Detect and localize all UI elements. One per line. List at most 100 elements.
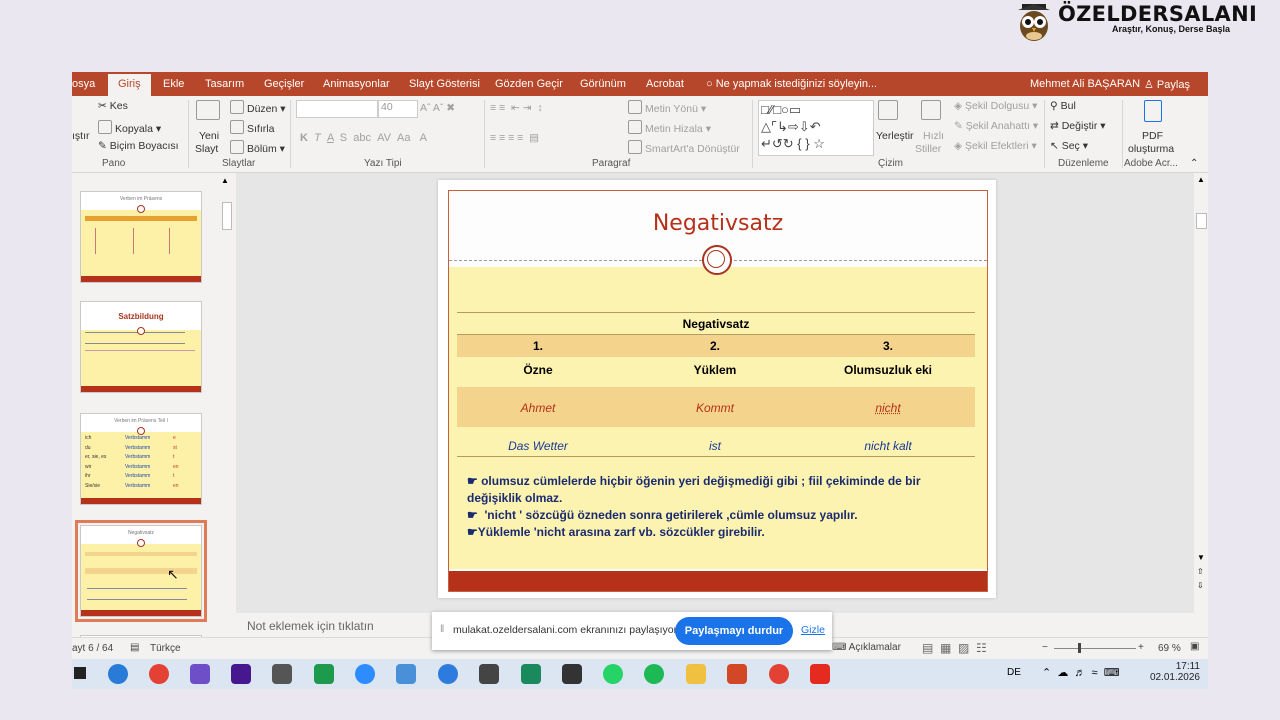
m365-icon[interactable]	[190, 664, 210, 684]
chrome-icon[interactable]	[769, 664, 789, 684]
tab-gorunum[interactable]: Görünüm	[580, 78, 626, 90]
slide-thumbnail-5[interactable]: Verben im Präsens Teil I ich Verbstamm e d…	[80, 413, 202, 505]
tab-animasyonlar[interactable]: Animasyonlar	[323, 78, 390, 90]
font-size-select[interactable]: 40	[378, 100, 418, 118]
arrange-icon[interactable]	[878, 100, 901, 121]
zoom-in-icon[interactable]: +	[1138, 642, 1144, 653]
collapse-ribbon-icon[interactable]: ⌃	[1190, 158, 1198, 169]
clock[interactable]: 17:11 02.01.2026	[1150, 661, 1200, 683]
shape-outline-button[interactable]: ✎ Şekil Anahattı ▾	[954, 120, 1038, 132]
quick-styles-icon[interactable]	[921, 100, 944, 121]
file-explorer-icon[interactable]	[686, 664, 706, 684]
onedrive-icon[interactable]	[438, 664, 458, 684]
shape-fill-button[interactable]: ◈ Şekil Dolgusu ▾	[954, 100, 1037, 112]
thumbnail-table-row	[85, 552, 197, 556]
new-slide-label-2[interactable]: Slayt	[195, 143, 218, 155]
comments-button[interactable]: ⌨ Açıklamalar	[832, 642, 901, 653]
spotify-icon[interactable]	[644, 664, 664, 684]
zoom-slider[interactable]	[1054, 648, 1136, 649]
zoom-app-icon[interactable]	[355, 664, 375, 684]
text-direction-button[interactable]: Metin Yönü ▾	[628, 100, 706, 115]
system-tray-icons[interactable]: ⌃ ☁ ♬ ≈ ⌨	[1042, 666, 1120, 679]
whatsapp-icon[interactable]	[603, 664, 623, 684]
shapes-gallery[interactable]: □∕∕□○▭ △⌜↳⇨⇩↶ ↵↺↻ { } ☆	[758, 100, 874, 156]
scroll-thumb[interactable]	[1196, 213, 1207, 229]
list-icons[interactable]: ≡ ≡ ⇤ ⇥ ↕	[490, 102, 543, 114]
view-buttons[interactable]: ▤ ▦ ▨ ☷	[922, 641, 987, 655]
pdf-label-2[interactable]: oluşturma	[1128, 143, 1174, 155]
tab-ekle[interactable]: Ekle	[163, 78, 184, 90]
acrobat-icon[interactable]	[810, 664, 830, 684]
slide-counter: ayt 6 / 64	[72, 643, 114, 654]
powerpoint-icon[interactable]	[727, 664, 747, 684]
reset-button[interactable]: Sıfırla	[230, 120, 274, 135]
slide-title[interactable]: Negativsatz	[449, 211, 987, 236]
paste-button[interactable]: ıştır	[72, 130, 90, 142]
zoom-slider-thumb[interactable]	[1078, 643, 1081, 653]
format-painter-button[interactable]: ✎ Biçim Boyacısı	[98, 140, 179, 152]
align-text-button[interactable]: Metin Hizala ▾	[628, 120, 711, 135]
new-slide-label-1[interactable]: Yeni	[199, 130, 219, 142]
kahoot-icon[interactable]	[231, 664, 251, 684]
new-slide-icon[interactable]	[196, 100, 223, 121]
tab-tasarim[interactable]: Tasarım	[205, 78, 244, 90]
layout-button[interactable]: Düzen ▾	[230, 100, 286, 115]
hide-share-bar-link[interactable]: Gizle	[801, 624, 825, 636]
fit-slide-icon[interactable]: ▣	[1190, 641, 1199, 652]
tab-slayt-gosterisi[interactable]: Slayt Gösterisi	[409, 78, 480, 90]
scroll-down-icon[interactable]: ▼	[1197, 553, 1205, 562]
select-button[interactable]: ↖ Seç ▾	[1050, 140, 1088, 152]
font-format-icons[interactable]: K T A S abc AV Aa A	[300, 132, 427, 144]
zoom-level[interactable]: 69 %	[1158, 643, 1181, 654]
next-slide-icon[interactable]: ⇩	[1197, 581, 1204, 590]
tab-dosya[interactable]: osya	[72, 78, 95, 90]
slide-bullets[interactable]: ☛ olumsuz cümlelerde hiçbir öğenin yeri …	[467, 473, 967, 541]
tab-giris[interactable]: Giriş	[108, 74, 151, 96]
scroll-up-icon[interactable]: ▲	[1197, 175, 1205, 184]
font-grow-shrink-icons[interactable]: Aˆ Aˇ ✖	[420, 102, 455, 114]
section-button[interactable]: Bölüm ▾	[230, 140, 285, 155]
thumbnails-scrollbar[interactable]: ▲	[220, 176, 232, 636]
edge-icon[interactable]	[108, 664, 128, 684]
camera-app-icon[interactable]	[272, 664, 292, 684]
slide-thumbnail-4[interactable]: Satzbildung	[80, 301, 202, 393]
quick-styles-label-1[interactable]: Hızlı	[923, 130, 944, 142]
tab-gecisler[interactable]: Geçişler	[264, 78, 304, 90]
pdf-icon[interactable]	[1144, 100, 1165, 123]
classroom-icon[interactable]	[314, 664, 334, 684]
arrange-label[interactable]: Yerleştir	[876, 130, 914, 142]
slide-thumbnail-6-selected[interactable]: Negativsatz ↖	[75, 520, 207, 622]
tab-acrobat[interactable]: Acrobat	[646, 78, 684, 90]
scroll-up-icon[interactable]: ▲	[221, 176, 229, 185]
drag-handle-icon[interactable]: ‖	[440, 623, 444, 635]
share-button[interactable]: ♙ Paylaş	[1144, 78, 1190, 91]
replace-button[interactable]: ⇄ Değiştir ▾	[1050, 120, 1106, 132]
pdf-label-1[interactable]: PDF	[1142, 130, 1163, 142]
language-indicator[interactable]: Türkçe	[150, 643, 181, 654]
scroll-thumb[interactable]	[222, 202, 232, 230]
current-slide[interactable]: Negativsatz Negativsatz 1. 2. 3. Özne Yü…	[438, 180, 996, 598]
tab-gozden-gecir[interactable]: Gözden Geçir	[495, 78, 563, 90]
smartart-button[interactable]: SmartArt'a Dönüştür	[628, 140, 740, 155]
align-icons[interactable]: ≡ ≡ ≡ ≡ ▤	[490, 132, 539, 144]
tell-me-box[interactable]: ○ Ne yapmak istediğinizi söyleyin...	[706, 78, 877, 90]
app-v-icon[interactable]	[562, 664, 582, 684]
copy-button[interactable]: Kopyala ▾	[98, 120, 161, 135]
font-family-select[interactable]	[296, 100, 378, 118]
spellcheck-icon[interactable]: ▤	[130, 642, 139, 653]
slide-thumbnail-3[interactable]: Verben im Präsens	[80, 191, 202, 283]
cut-button[interactable]: ✂ Kes	[98, 100, 128, 112]
shape-effects-button[interactable]: ◈ Şekil Efektleri ▾	[954, 140, 1037, 152]
app-b-icon[interactable]	[479, 664, 499, 684]
windows-start-icon[interactable]	[74, 667, 86, 679]
zoom-out-icon[interactable]: −	[1042, 642, 1048, 653]
previous-slide-icon[interactable]: ⇧	[1197, 567, 1204, 576]
forms-icon[interactable]	[521, 664, 541, 684]
app-icon[interactable]	[396, 664, 416, 684]
keyboard-language[interactable]: DE	[1007, 667, 1021, 678]
slide-scrollbar[interactable]: ▲ ▼ ⇧ ⇩	[1194, 173, 1208, 637]
find-button[interactable]: ⚲ Bul	[1050, 100, 1076, 112]
chrome-icon[interactable]	[149, 664, 169, 684]
stop-sharing-button[interactable]: Paylaşmayı durdur	[675, 617, 793, 645]
quick-styles-label-2[interactable]: Stiller	[915, 143, 941, 155]
